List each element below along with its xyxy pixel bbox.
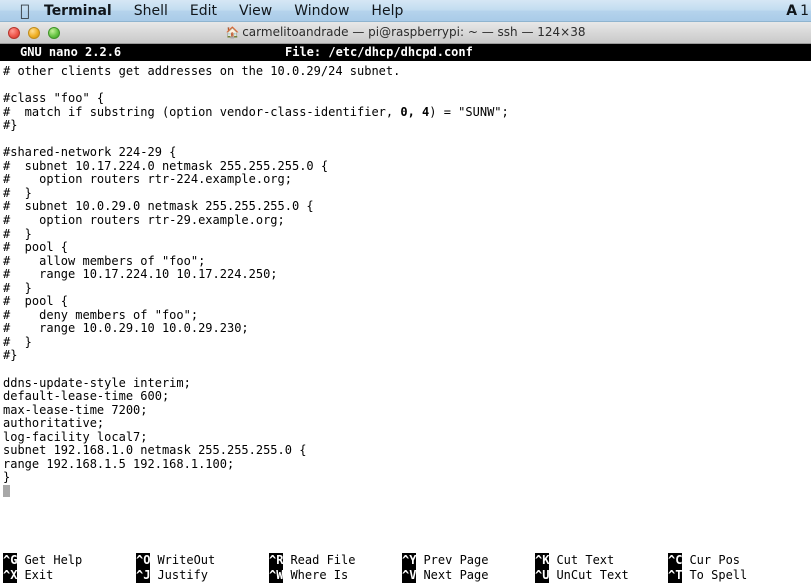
nano-shortcut[interactable]: ^Y Prev Page <box>402 553 535 568</box>
editor-line: # subnet 10.0.29.0 netmask 255.255.255.0… <box>3 199 314 214</box>
nano-shortcut-key: ^C <box>668 553 683 568</box>
editor-line: default-lease-time 600; <box>3 389 170 404</box>
nano-shortcut-label: Prev Page <box>423 553 489 567</box>
editor-line: # pool { <box>3 240 69 255</box>
menubar-status-area: A 1 <box>786 3 811 19</box>
window-title-container: 🏠 carmelitoandrade — pi@raspberrypi: ~ — … <box>0 22 811 43</box>
nano-shortcut[interactable]: ^T To Spell <box>668 568 801 583</box>
editor-line: # } <box>3 334 32 349</box>
nano-shortcut-label: Read File <box>290 553 356 567</box>
editor-line: # match if substring (option vendor-clas… <box>3 104 509 119</box>
nano-shortcut-key: ^T <box>668 568 683 583</box>
nano-shortcut-label: Exit <box>24 568 54 582</box>
nano-shortcut-key: ^G <box>3 553 18 568</box>
nano-shortcut-key: ^X <box>3 568 18 583</box>
nano-editor-area[interactable]: # other clients get addresses on the 10.… <box>0 61 811 546</box>
nano-shortcut[interactable]: ^G Get Help <box>3 553 136 568</box>
editor-line: # } <box>3 185 32 200</box>
editor-line: max-lease-time 7200; <box>3 402 148 417</box>
editor-line: ddns-update-style interim; <box>3 375 191 390</box>
editor-cursor-line <box>3 484 811 499</box>
minimize-button[interactable] <box>28 26 40 39</box>
nano-shortcut-key: ^W <box>269 568 284 583</box>
editor-line: # deny members of "foo"; <box>3 307 199 322</box>
nano-shortcut-label: Next Page <box>423 568 489 582</box>
nano-shortcut-label: UnCut Text <box>556 568 629 582</box>
menu-item-view[interactable]: View <box>228 0 283 22</box>
nano-shortcut[interactable]: ^W Where Is <box>269 568 402 583</box>
nano-shortcut-key: ^K <box>535 553 550 568</box>
screen:  Terminal Shell Edit View Window Help A… <box>0 0 811 584</box>
editor-line: range 192.168.1.5 192.168.1.100; <box>3 456 235 471</box>
home-icon: 🏠 <box>225 26 240 39</box>
terminal-content[interactable]: GNU nano 2.2.6 File: /etc/dhcp/dhcpd.con… <box>0 44 811 584</box>
window-titlebar[interactable]: 🏠 carmelitoandrade — pi@raspberrypi: ~ — … <box>0 22 811 44</box>
nano-version-label: GNU nano 2.2.6 <box>20 45 122 59</box>
nano-shortcut-label: Where Is <box>290 568 349 582</box>
editor-line: log-facility local7; <box>3 429 148 444</box>
editor-line: # subnet 10.17.224.0 netmask 255.255.255… <box>3 158 329 173</box>
nano-shortcut-label: Cur Pos <box>689 553 741 567</box>
menu-item-edit[interactable]: Edit <box>179 0 228 22</box>
editor-line: #shared-network 224-29 { <box>3 145 177 160</box>
close-button[interactable] <box>8 26 20 39</box>
editor-line: } <box>3 470 11 485</box>
macos-menubar:  Terminal Shell Edit View Window Help A… <box>0 0 811 22</box>
nano-shortcut-bar: ^G Get Help ^O WriteOut ^R Read File ^Y Prev Pa… <box>0 553 811 584</box>
nano-shortcut-label: Justify <box>157 568 209 582</box>
nano-shortcut-key: ^J <box>136 568 151 583</box>
nano-shortcut[interactable]: ^R Read File <box>269 553 402 568</box>
nano-shortcut[interactable]: ^V Next Page <box>402 568 535 583</box>
nano-shortcut-label: WriteOut <box>157 553 216 567</box>
menu-status-icon[interactable]: A <box>786 3 797 19</box>
editor-line: # pool { <box>3 294 69 309</box>
nano-header-bar: GNU nano 2.2.6 File: /etc/dhcp/dhcpd.con… <box>0 44 811 61</box>
nano-shortcut-key: ^U <box>535 568 550 583</box>
editor-line: # range 10.0.29.10 10.0.29.230; <box>3 321 249 336</box>
nano-shortcut-row-1: ^G Get Help ^O WriteOut ^R Read File ^Y Prev Pa… <box>3 553 811 568</box>
nano-shortcut-key: ^O <box>136 553 151 568</box>
editor-line: # other clients get addresses on the 10.… <box>3 64 401 78</box>
nano-shortcut-label: Get Help <box>24 553 83 567</box>
editor-line: # allow members of "foo"; <box>3 253 206 268</box>
zoom-button[interactable] <box>48 26 60 39</box>
editor-line: # range 10.17.224.10 10.17.224.250; <box>3 267 278 282</box>
nano-shortcut[interactable]: ^C Cur Pos <box>668 553 801 568</box>
nano-shortcut-label: To Spell <box>689 568 748 582</box>
nano-shortcut[interactable]: ^J Justify <box>136 568 269 583</box>
apple-logo-icon[interactable]:  <box>12 2 38 19</box>
menu-clock[interactable]: 1 <box>800 3 809 19</box>
window-controls <box>8 26 60 39</box>
editor-line: authoritative; <box>3 416 105 431</box>
editor-line: #} <box>3 348 18 363</box>
text-cursor <box>3 484 10 497</box>
window-title: carmelitoandrade — pi@raspberrypi: ~ — s… <box>242 25 586 39</box>
nano-shortcut-label: Cut Text <box>556 553 615 567</box>
editor-line: # } <box>3 226 32 241</box>
editor-line: # option routers rtr-224.example.org; <box>3 172 292 187</box>
menu-item-shell[interactable]: Shell <box>123 0 179 22</box>
menu-item-window[interactable]: Window <box>283 0 360 22</box>
editor-line: subnet 192.168.1.0 netmask 255.255.255.0… <box>3 443 307 458</box>
nano-shortcut[interactable]: ^O WriteOut <box>136 553 269 568</box>
nano-shortcut[interactable]: ^U UnCut Text <box>535 568 668 583</box>
editor-line: #class "foo" { <box>3 91 105 106</box>
menu-item-terminal[interactable]: Terminal <box>38 0 123 22</box>
nano-file-label: File: /etc/dhcp/dhcpd.conf <box>285 45 473 59</box>
nano-shortcut[interactable]: ^X Exit <box>3 568 136 583</box>
editor-line: # option routers rtr-29.example.org; <box>3 213 285 228</box>
nano-shortcut[interactable]: ^K Cut Text <box>535 553 668 568</box>
menu-item-help[interactable]: Help <box>360 0 414 22</box>
nano-shortcut-key: ^V <box>402 568 417 583</box>
editor-line: #} <box>3 118 18 133</box>
editor-line: # } <box>3 280 32 295</box>
nano-shortcut-key: ^R <box>269 553 284 568</box>
nano-shortcut-row-2: ^X Exit ^J Justify ^W Where Is ^V Next Page ^U Un… <box>3 568 811 583</box>
nano-shortcut-key: ^Y <box>402 553 417 568</box>
